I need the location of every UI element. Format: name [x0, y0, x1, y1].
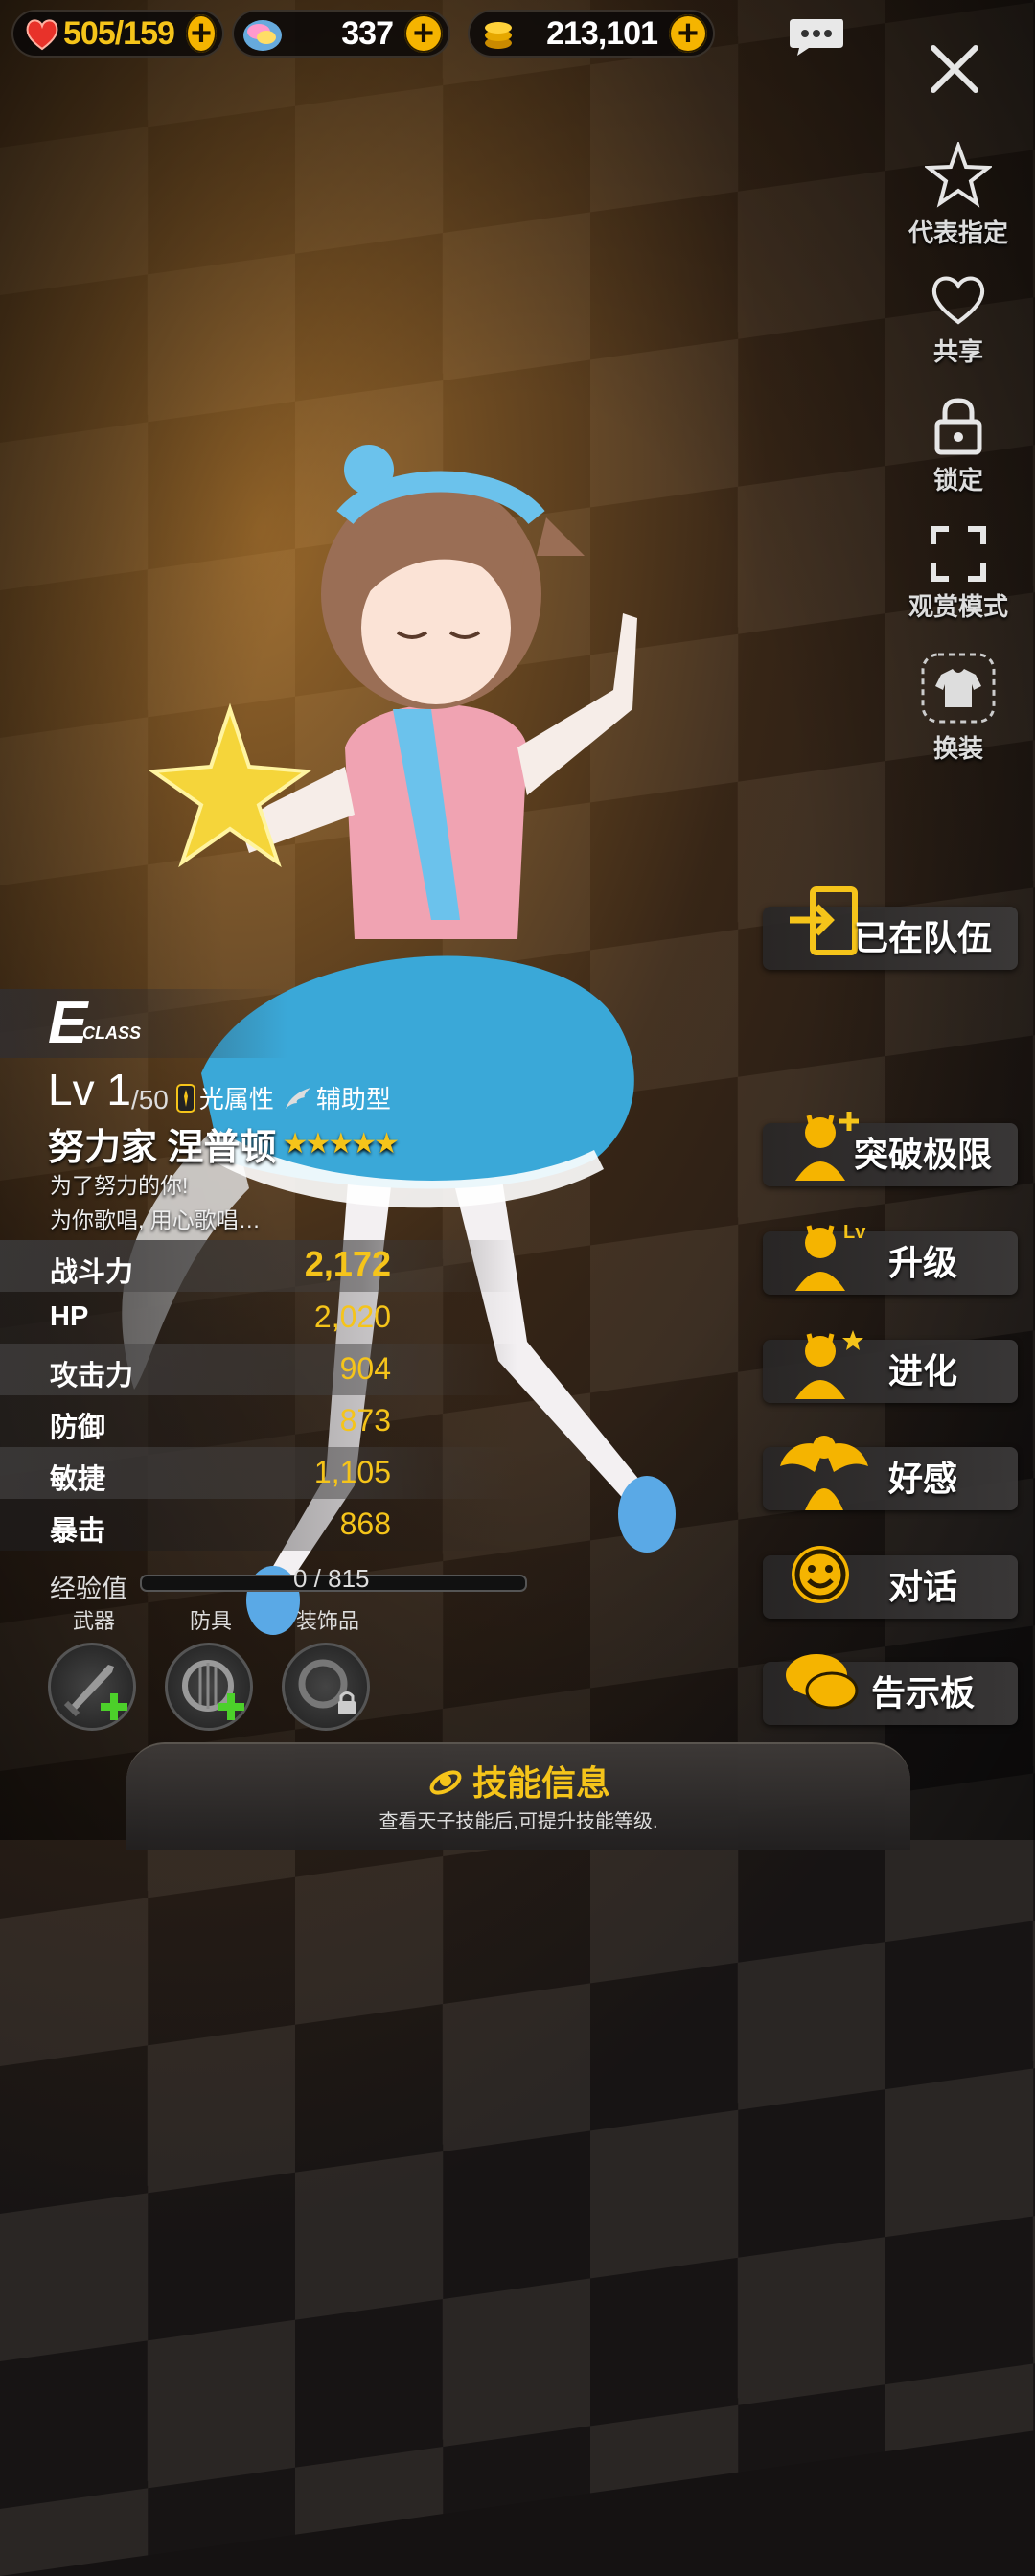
skill-subtitle: 查看天子技能后,可提升技能等级. — [379, 1811, 658, 1832]
stat-label: 防御 — [50, 1413, 106, 1443]
add-gems-button[interactable]: + — [404, 14, 443, 53]
sword-add-icon — [63, 1665, 127, 1720]
lock-button[interactable]: 锁定 — [901, 395, 1016, 496]
stat-value: 2,172 — [304, 1244, 391, 1283]
talk-button[interactable]: 对话 — [763, 1546, 1018, 1619]
level-up-button[interactable]: Lv 升级 — [763, 1222, 1018, 1295]
role-tag: 辅助型 — [284, 1080, 391, 1116]
gold-coin-icon — [477, 12, 519, 55]
stat-label: 敏捷 — [50, 1464, 106, 1495]
armor-slot-group: 防具 — [165, 1604, 257, 1731]
heart-outline-icon — [932, 276, 985, 325]
stat-row-power: 战斗力 2,172 — [0, 1240, 518, 1292]
quote-line-2: 为你歌唱, 用心歌唱… — [50, 1208, 261, 1232]
quote-line-1: 为了努力的你! — [50, 1173, 189, 1198]
stat-value: 904 — [339, 1351, 391, 1386]
stat-label: HP — [50, 1301, 89, 1332]
necklace-lock-icon — [298, 1659, 356, 1714]
attribute-tag: 光属性 — [175, 1080, 274, 1116]
stat-row-agility: 敏捷 1,105 — [0, 1447, 518, 1499]
stats-table: 战斗力 2,172 HP 2,020 攻击力 904 防御 873 敏捷 1,1… — [0, 1240, 518, 1551]
share-button[interactable]: 共享 — [901, 270, 1016, 368]
limit-break-label: 突破极限 — [853, 1135, 992, 1174]
gold-value: 213,101 — [546, 14, 658, 52]
skill-title-line: 技能信息 — [126, 1756, 910, 1806]
in-team-label: 已在队伍 — [853, 918, 992, 957]
costume-label: 换装 — [932, 734, 983, 763]
stat-row-defense: 防御 873 — [0, 1395, 518, 1447]
stat-value: 2,020 — [313, 1300, 391, 1334]
skill-title: 技能信息 — [472, 1763, 610, 1803]
lock-icon — [934, 398, 982, 455]
accessory-label: 装饰品 — [295, 1609, 359, 1633]
armor-slot[interactable] — [165, 1643, 253, 1731]
stat-value: 868 — [339, 1506, 391, 1541]
board-label: 告示板 — [870, 1673, 975, 1713]
armor-label: 防具 — [189, 1609, 232, 1633]
view-mode-button[interactable]: 观赏模式 — [901, 525, 1016, 623]
heart-icon — [21, 12, 63, 55]
class-word: CLASS — [82, 1024, 142, 1043]
stat-value: 873 — [339, 1403, 391, 1438]
limit-break-button[interactable]: 突破极限 — [763, 1112, 1018, 1186]
stamina-value: 505/159 — [63, 14, 175, 52]
exp-value: 0 / 815 — [293, 1564, 370, 1593]
add-stamina-button[interactable]: + — [185, 14, 217, 53]
level-max: /50 — [130, 1085, 169, 1115]
stat-label: 暴击 — [50, 1516, 106, 1547]
gem-counter: 337 + — [232, 10, 450, 58]
evolve-label: 进化 — [887, 1351, 957, 1391]
role-label: 辅助型 — [315, 1085, 391, 1114]
add-gold-button[interactable]: + — [669, 14, 707, 53]
chat-icon[interactable] — [788, 17, 845, 58]
evolve-button[interactable]: 进化 — [763, 1330, 1018, 1403]
stat-row-attack: 攻击力 904 — [0, 1344, 518, 1395]
accessory-slot-group: 装饰品 — [282, 1604, 374, 1731]
stat-value: 1,105 — [313, 1455, 391, 1489]
shirt-icon — [921, 653, 996, 724]
close-icon[interactable] — [926, 40, 983, 98]
exp-label: 经验值 — [50, 1575, 127, 1603]
affection-label: 好感 — [887, 1459, 957, 1498]
level-value: Lv 1 — [48, 1065, 131, 1115]
accessory-slot[interactable] — [282, 1643, 370, 1731]
level-up-label: 升级 — [887, 1243, 957, 1282]
stat-row-crit: 暴击 868 — [0, 1499, 518, 1551]
board-button[interactable]: 告示板 — [763, 1654, 1018, 1725]
shield-add-icon — [182, 1660, 244, 1720]
talk-label: 对话 — [887, 1567, 957, 1606]
stat-row-hp: HP 2,020 — [0, 1292, 518, 1344]
skill-orbit-icon — [429, 1770, 462, 1795]
skill-info-button[interactable]: 技能信息 查看天子技能后,可提升技能等级. — [126, 1742, 910, 1850]
stat-label: 战斗力 — [50, 1257, 134, 1288]
star-icon — [923, 140, 994, 208]
costume-button[interactable]: 换装 — [901, 652, 1016, 765]
weapon-label: 武器 — [72, 1609, 115, 1633]
affection-button[interactable]: 好感 — [763, 1436, 1018, 1510]
in-team-button[interactable]: 已在队伍 — [763, 886, 1018, 970]
weapon-slot[interactable] — [48, 1643, 136, 1731]
class-banner: E CLASS — [0, 989, 288, 1058]
attribute-label: 光属性 — [198, 1085, 274, 1114]
wing-icon — [285, 1087, 310, 1109]
view-mode-label: 观赏模式 — [908, 592, 1008, 621]
character-name-line: 努力家 涅普顿 ★★★★★ — [48, 1117, 400, 1170]
stat-label: 攻击力 — [50, 1361, 134, 1392]
lock-label: 锁定 — [932, 466, 983, 494]
rainbow-gem-icon — [242, 12, 284, 55]
representative-button[interactable]: 代表指定 — [901, 140, 1016, 249]
gem-value: 337 — [341, 14, 394, 52]
character-name: 努力家 涅普顿 — [48, 1128, 277, 1168]
rarity-stars: ★★★★★ — [282, 1128, 400, 1160]
gold-counter: 213,101 + — [468, 10, 715, 58]
weapon-slot-group: 武器 — [48, 1604, 140, 1731]
light-attribute-icon — [175, 1083, 196, 1113]
fullscreen-icon — [931, 526, 986, 582]
stamina-counter: 505/159 + — [12, 10, 224, 58]
level-line: Lv 1 /50 光属性 辅助型 — [48, 1064, 401, 1116]
representative-label: 代表指定 — [908, 218, 1008, 247]
share-label: 共享 — [932, 337, 983, 366]
